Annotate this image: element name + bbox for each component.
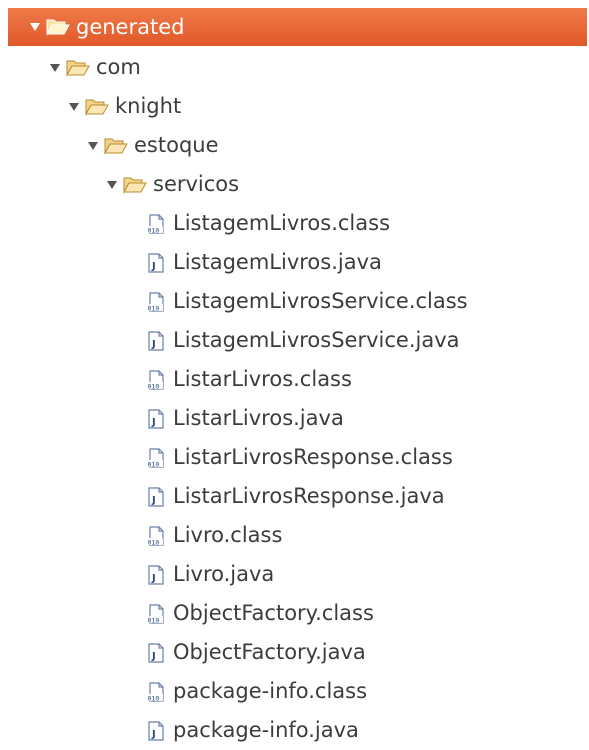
tree-item-file[interactable]: J ListarLivros.java <box>0 399 589 438</box>
tree-item-label: Livro.java <box>173 562 275 586</box>
svg-text:J: J <box>151 261 156 272</box>
java-file-icon: J <box>145 408 167 430</box>
svg-text:010: 010 <box>148 694 160 702</box>
folder-open-icon <box>66 59 90 77</box>
tree-item-label: ListarLivros.class <box>173 367 352 391</box>
tree-item-file[interactable]: J Livro.java <box>0 555 589 594</box>
tree-item-file[interactable]: 010 package-info.class <box>0 672 589 711</box>
folder-open-icon <box>123 176 147 194</box>
svg-text:010: 010 <box>148 382 160 390</box>
class-file-icon: 010 <box>145 681 167 703</box>
tree-item-label: com <box>96 55 141 79</box>
tree-item-file[interactable]: 010 ObjectFactory.class <box>0 594 589 633</box>
tree-item-file[interactable]: 010 ListagemLivrosService.class <box>0 282 589 321</box>
folder-open-icon <box>85 98 109 116</box>
svg-text:010: 010 <box>148 226 160 234</box>
tree-item-label: estoque <box>134 133 219 157</box>
svg-text:J: J <box>151 495 156 506</box>
tree-item-label: generated <box>76 14 185 39</box>
tree-item-label: ListagemLivros.class <box>173 211 391 235</box>
tree-item-label: package-info.java <box>173 718 359 742</box>
java-file-icon: J <box>145 486 167 508</box>
java-file-icon: J <box>145 330 167 352</box>
tree-item-label: servicos <box>153 172 240 196</box>
svg-text:J: J <box>151 417 156 428</box>
tree-item-file[interactable]: 010 Livro.class <box>0 516 589 555</box>
tree-item-file[interactable]: 010 ListagemLivros.class <box>0 204 589 243</box>
tree-item-label: ObjectFactory.class <box>173 601 374 625</box>
svg-text:J: J <box>151 729 156 740</box>
tree-item-com[interactable]: com <box>0 48 589 87</box>
tree-item-label: ListagemLivrosService.class <box>173 289 468 313</box>
tree-item-label: Livro.class <box>173 523 283 547</box>
java-file-icon: J <box>145 642 167 664</box>
tree-item-file[interactable]: J ListarLivrosResponse.java <box>0 477 589 516</box>
tree-item-estoque[interactable]: estoque <box>0 126 589 165</box>
svg-text:J: J <box>151 339 156 350</box>
tree-item-knight[interactable]: knight <box>0 87 589 126</box>
svg-text:010: 010 <box>148 538 160 546</box>
svg-text:010: 010 <box>148 460 160 468</box>
java-file-icon: J <box>145 564 167 586</box>
tree-item-label: ListagemLivrosService.java <box>173 328 460 352</box>
class-file-icon: 010 <box>145 447 167 469</box>
java-file-icon: J <box>145 252 167 274</box>
tree-item-label: knight <box>115 94 182 118</box>
svg-text:J: J <box>151 573 156 584</box>
class-file-icon: 010 <box>145 213 167 235</box>
java-file-icon: J <box>145 720 167 742</box>
tree-item-generated[interactable]: generated <box>8 8 587 46</box>
class-file-icon: 010 <box>145 603 167 625</box>
tree-item-file[interactable]: 010 ListarLivrosResponse.class <box>0 438 589 477</box>
tree-item-label: ObjectFactory.java <box>173 640 366 664</box>
tree-item-file[interactable]: J ListagemLivrosService.java <box>0 321 589 360</box>
class-file-icon: 010 <box>145 291 167 313</box>
expand-arrow-icon[interactable] <box>48 61 62 75</box>
tree-item-file[interactable]: J ObjectFactory.java <box>0 633 589 672</box>
expand-arrow-icon[interactable] <box>28 20 42 34</box>
expand-arrow-icon[interactable] <box>67 100 81 114</box>
folder-open-icon <box>46 18 70 36</box>
svg-text:010: 010 <box>148 616 160 624</box>
tree-item-label: ListarLivrosResponse.class <box>173 445 453 469</box>
expand-arrow-icon[interactable] <box>86 139 100 153</box>
tree-item-label: ListarLivros.java <box>173 406 344 430</box>
svg-text:010: 010 <box>148 304 160 312</box>
tree-item-label: ListagemLivros.java <box>173 250 382 274</box>
tree-item-file[interactable]: 010 ListarLivros.class <box>0 360 589 399</box>
tree-item-servicos[interactable]: servicos <box>0 165 589 204</box>
tree-item-label: package-info.class <box>173 679 368 703</box>
svg-text:J: J <box>151 651 156 662</box>
class-file-icon: 010 <box>145 369 167 391</box>
package-explorer-tree: generated com knight estoque servicos 01… <box>0 0 589 745</box>
expand-arrow-icon[interactable] <box>105 178 119 192</box>
tree-item-file[interactable]: J ListagemLivros.java <box>0 243 589 282</box>
tree-item-label: ListarLivrosResponse.java <box>173 484 445 508</box>
folder-open-icon <box>104 137 128 155</box>
class-file-icon: 010 <box>145 525 167 547</box>
tree-item-file[interactable]: J package-info.java <box>0 711 589 750</box>
